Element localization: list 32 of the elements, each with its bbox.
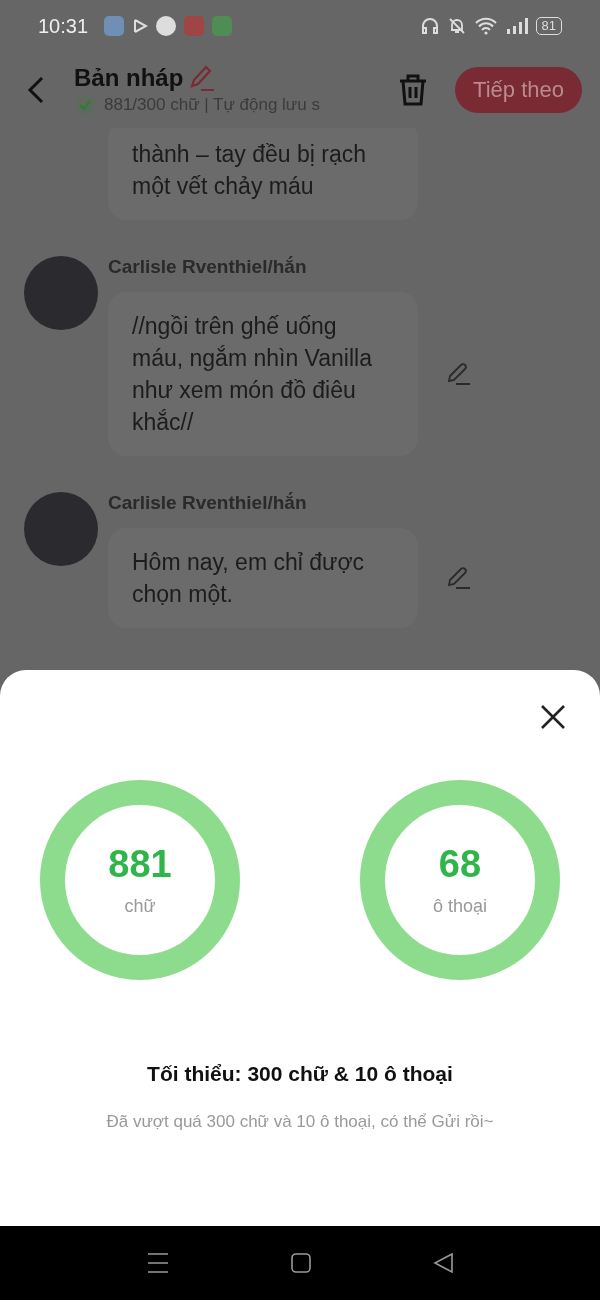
next-button[interactable]: Tiếp theo bbox=[455, 67, 582, 113]
speaker-name: Carlisle Rventhiel/hắn bbox=[108, 492, 308, 514]
minimum-requirement: Tối thiểu: 300 chữ & 10 ô thoại bbox=[147, 1062, 453, 1086]
check-icon bbox=[74, 94, 96, 116]
stat-unit: chữ bbox=[124, 896, 156, 917]
play-icon bbox=[132, 18, 149, 34]
shield-icon bbox=[212, 16, 233, 36]
app-icon bbox=[104, 16, 125, 36]
app-icon bbox=[156, 16, 177, 36]
clock-time: 10:31 bbox=[38, 14, 89, 38]
message-bubble[interactable]: thành – tay đều bị rạch một vết chảy máu bbox=[108, 128, 418, 220]
home-icon[interactable] bbox=[290, 1252, 312, 1274]
speaker-name: Carlisle Rventhiel/hắn bbox=[108, 256, 308, 278]
app-icon bbox=[184, 16, 205, 36]
stat-value: 68 bbox=[438, 843, 482, 886]
status-note: Đã vượt quá 300 chữ và 10 ô thoại, có thể Gửi rồi~ bbox=[106, 1112, 494, 1132]
muted-bell-icon bbox=[447, 17, 466, 35]
menu-icon[interactable] bbox=[146, 1252, 170, 1274]
headphones-icon bbox=[419, 17, 440, 35]
message-bubble[interactable]: Hôm nay, em chỉ được chọn một. bbox=[108, 528, 418, 628]
stat-value: 881 bbox=[108, 843, 172, 886]
wifi-icon bbox=[473, 17, 498, 35]
edit-icon[interactable] bbox=[446, 565, 472, 591]
close-icon[interactable] bbox=[540, 704, 566, 730]
back-icon[interactable] bbox=[26, 75, 46, 105]
battery-level: 81 bbox=[535, 17, 562, 35]
back-triangle-icon[interactable] bbox=[432, 1252, 454, 1274]
edit-icon[interactable] bbox=[446, 361, 472, 387]
message-bubble[interactable]: //ngồi trên ghế uống máu, ngắm nhìn Vanilla như xem món đồ điêu khắc// bbox=[108, 292, 418, 456]
signal-icon bbox=[505, 17, 528, 35]
stat-unit: ô thoại bbox=[432, 896, 487, 917]
draft-title: Bản nháp bbox=[74, 64, 184, 92]
